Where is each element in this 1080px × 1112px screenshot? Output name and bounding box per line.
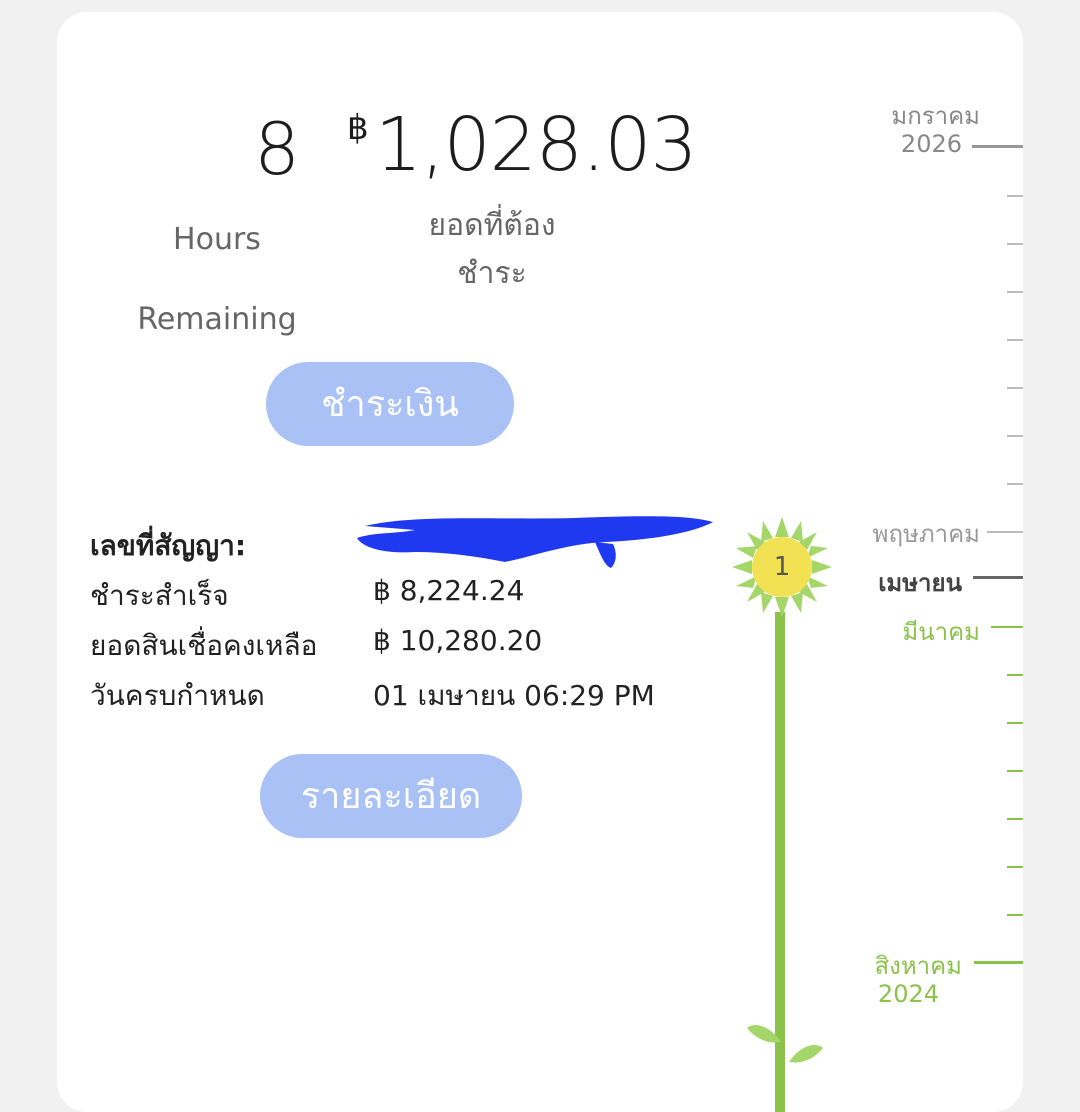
timeline-tick xyxy=(987,531,1023,533)
timeline-tick xyxy=(1007,914,1023,916)
timeline-tick xyxy=(1007,818,1023,820)
flower-count: 1 xyxy=(773,552,791,582)
timeline-tick xyxy=(1007,770,1023,772)
timeline-tick xyxy=(1007,674,1023,676)
remaining-credit-value: ฿ 10,280.20 xyxy=(373,624,543,657)
timeline-bottom-year: 2024 xyxy=(877,980,939,1008)
timeline-tick xyxy=(1007,722,1023,724)
timeline-tick xyxy=(1007,195,1023,197)
hours-remaining-label: Hours Remaining xyxy=(137,222,297,337)
leaf-icon xyxy=(747,1024,823,1063)
amount-due-value: 1,028.03 xyxy=(375,102,698,188)
timeline-tick-current xyxy=(973,576,1023,579)
contract-number-label: เลขที่สัญญา: xyxy=(90,529,247,562)
timeline-tick-major xyxy=(972,145,1023,148)
paid-value: ฿ 8,224.24 xyxy=(373,574,525,607)
currency-symbol: ฿ xyxy=(347,108,369,148)
timeline-tick xyxy=(1007,435,1023,437)
timeline-top-year: 2026 xyxy=(900,130,962,158)
timeline-tick xyxy=(1007,243,1023,245)
timeline-tick-major xyxy=(974,961,1023,964)
pay-button[interactable]: ชำระเงิน xyxy=(266,362,514,446)
remaining-credit-label: ยอดสินเชื่อคงเหลือ xyxy=(90,629,318,662)
timeline-tick xyxy=(1007,483,1023,485)
timeline-tick xyxy=(1007,291,1023,293)
timeline-tick xyxy=(991,626,1023,628)
timeline-tick xyxy=(1007,387,1023,389)
timeline-tick xyxy=(1007,339,1023,341)
amount-due-label: ยอดที่ต้อง ชำระ xyxy=(428,208,556,291)
paid-label: ชำระสำเร็จ xyxy=(90,579,229,612)
loan-card: 8 Hours Remaining ฿ 1,028.03 ยอดที่ต้อง … xyxy=(57,12,1023,1112)
due-date-value: 01 เมษายน 06:29 PM xyxy=(373,679,655,712)
timeline-tick xyxy=(1007,866,1023,868)
redaction-scribble xyxy=(357,516,713,568)
hours-remaining-value: 8 xyxy=(254,107,300,191)
due-date-label: วันครบกำหนด xyxy=(90,679,265,712)
details-button[interactable]: รายละเอียด xyxy=(260,754,522,838)
